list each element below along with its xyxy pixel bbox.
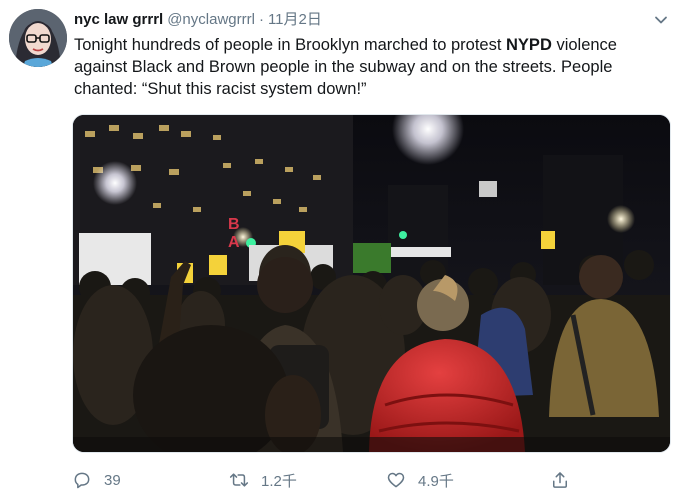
sign-letter-a: A (228, 234, 240, 251)
reply-button[interactable]: 39 (72, 468, 121, 492)
sign-letter-b: B (228, 216, 240, 233)
avatar-image (9, 9, 67, 67)
tweet-actions: 39 1.2千 4.9千 (72, 468, 632, 492)
tweet-text-bold: NYPD (506, 36, 552, 54)
retweet-icon (229, 473, 249, 487)
share-button[interactable] (550, 468, 570, 492)
share-icon (553, 472, 567, 488)
like-icon (387, 472, 405, 488)
retweet-button[interactable]: 1.2千 (229, 468, 297, 492)
tweet-text-start: Tonight hundreds of people in Brooklyn m… (74, 36, 507, 54)
separator-dot: · (258, 11, 264, 28)
protest-photo: B A (73, 115, 670, 452)
tweet-text: Tonight hundreds of people in Brooklyn m… (74, 34, 664, 100)
tweet-header: nyc law grrrl @nyclawgrrrl · 11月2日 (74, 10, 322, 30)
chevron-down-icon[interactable] (653, 12, 669, 28)
author-name[interactable]: nyc law grrrl (74, 11, 163, 28)
avatar[interactable] (9, 9, 67, 67)
reply-count: 39 (104, 471, 121, 489)
reply-icon (74, 472, 90, 489)
tweet-date[interactable]: 11月2日 (268, 11, 322, 28)
like-button[interactable]: 4.9千 (386, 468, 454, 492)
author-handle[interactable]: @nyclawgrrrl (167, 11, 255, 28)
retweet-count: 1.2千 (261, 472, 297, 490)
tweet-media[interactable]: B A (72, 114, 671, 453)
tweet-card: nyc law grrrl @nyclawgrrrl · 11月2日 Tonight … (0, 0, 687, 500)
like-count: 4.9千 (418, 472, 454, 490)
